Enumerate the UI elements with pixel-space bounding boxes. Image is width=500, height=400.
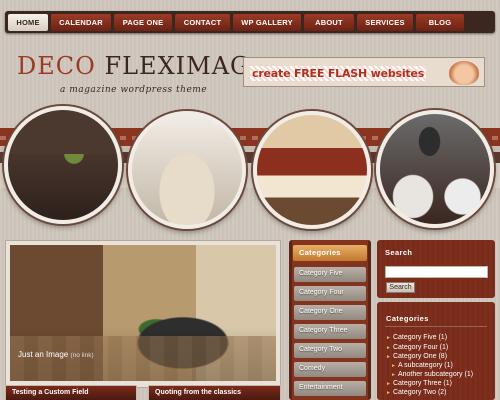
slider-image-bedroom[interactable] <box>128 111 246 229</box>
post-box-title-2[interactable]: Quoting from the classics <box>148 385 281 400</box>
sidebar-category-item[interactable]: ► Category Five (1) <box>386 334 447 341</box>
nav-contact[interactable]: CONTACT <box>175 13 230 31</box>
site-logo[interactable]: DECO FLEXIMAG <box>17 52 250 80</box>
sidebar-category-item[interactable]: ► Category Four (1) <box>386 344 448 351</box>
category-button[interactable]: Entertainment <box>294 381 366 396</box>
category-button[interactable]: Comedy <box>294 362 366 377</box>
nav-home[interactable]: HOME <box>8 13 48 31</box>
search-button[interactable]: Search <box>386 282 415 293</box>
nav-page-one[interactable]: PAGE ONE <box>114 13 172 31</box>
banner-text: create FREE FLASH websites <box>250 66 427 81</box>
nav-wp-gallery[interactable]: WP GALLERY <box>233 13 301 31</box>
site-tagline: a magazine wordpress theme <box>60 85 208 95</box>
logo-part-1: DECO <box>17 52 96 80</box>
featured-caption-note: (no link) <box>70 352 94 359</box>
sidebar-category-label: Category One (8) <box>392 353 448 360</box>
banner-mascot-icon <box>449 61 479 85</box>
nav-about[interactable]: ABOUT <box>304 13 354 31</box>
featured-image[interactable]: Just an Image (no link) <box>10 245 276 381</box>
divider <box>385 326 487 327</box>
ad-banner[interactable]: create FREE FLASH websites <box>243 57 485 87</box>
logo-part-2: FLEXIMAG <box>104 52 251 80</box>
category-button[interactable]: Category Three <box>294 324 366 339</box>
bullet-icon: ► <box>386 354 391 360</box>
search-title: Search <box>385 248 413 257</box>
featured-caption: Just an Image (no link) <box>18 350 94 359</box>
category-button[interactable]: Category Four <box>294 286 366 301</box>
categories-column-title: Categories <box>293 245 367 261</box>
category-button[interactable]: Category One <box>294 305 366 320</box>
search-input[interactable] <box>385 266 488 278</box>
nav-services[interactable]: SERVICES <box>357 13 413 31</box>
sidebar-subcategory-item[interactable]: ► Another subcategory (1) <box>391 371 473 378</box>
featured-post: Just an Image (no link) <box>5 240 281 388</box>
featured-caption-text: Just an Image <box>18 350 69 359</box>
top-navigation: HOME CALENDAR PAGE ONE CONTACT WP GALLER… <box>5 11 495 33</box>
nav-blog[interactable]: BLOG <box>416 13 464 31</box>
sidebar-categories-title: Categories <box>386 314 429 323</box>
sidebar-category-label: A subcategory (1) <box>397 362 453 369</box>
sidebar-category-item[interactable]: ► Category One (8) <box>386 353 447 360</box>
post-box-title-1[interactable]: Testing a Custom Field <box>5 385 137 400</box>
bullet-icon: ► <box>391 372 396 378</box>
sidebar-category-label: Category Five (1) <box>392 334 448 341</box>
bullet-icon: ► <box>386 335 391 341</box>
sidebar-category-label: Category Three (1) <box>392 380 452 387</box>
bullet-icon: ► <box>391 363 396 369</box>
sidebar-category-label: Category Four (1) <box>392 344 449 351</box>
nav-calendar[interactable]: CALENDAR <box>51 13 111 31</box>
sidebar-subcategory-item[interactable]: ► A subcategory (1) <box>391 362 453 369</box>
category-button[interactable]: Category Two <box>294 343 366 358</box>
slider-image-dining-room[interactable] <box>4 106 122 224</box>
bullet-icon: ► <box>386 390 391 396</box>
sidebar-category-label: Category Two (2) <box>392 389 447 396</box>
slider-image-bed[interactable] <box>253 111 371 229</box>
categories-column: Categories Category Five Category Four C… <box>289 240 371 400</box>
sidebar-category-item[interactable]: ► Category Two (2) <box>386 389 447 396</box>
slider-image-living-room[interactable] <box>376 110 494 228</box>
category-button[interactable]: Category Five <box>294 267 366 282</box>
bullet-icon: ► <box>386 345 391 351</box>
bullet-icon: ► <box>386 381 391 387</box>
sidebar-category-item[interactable]: ► Category Three (1) <box>386 380 452 387</box>
sidebar-category-label: Another subcategory (1) <box>397 371 474 378</box>
